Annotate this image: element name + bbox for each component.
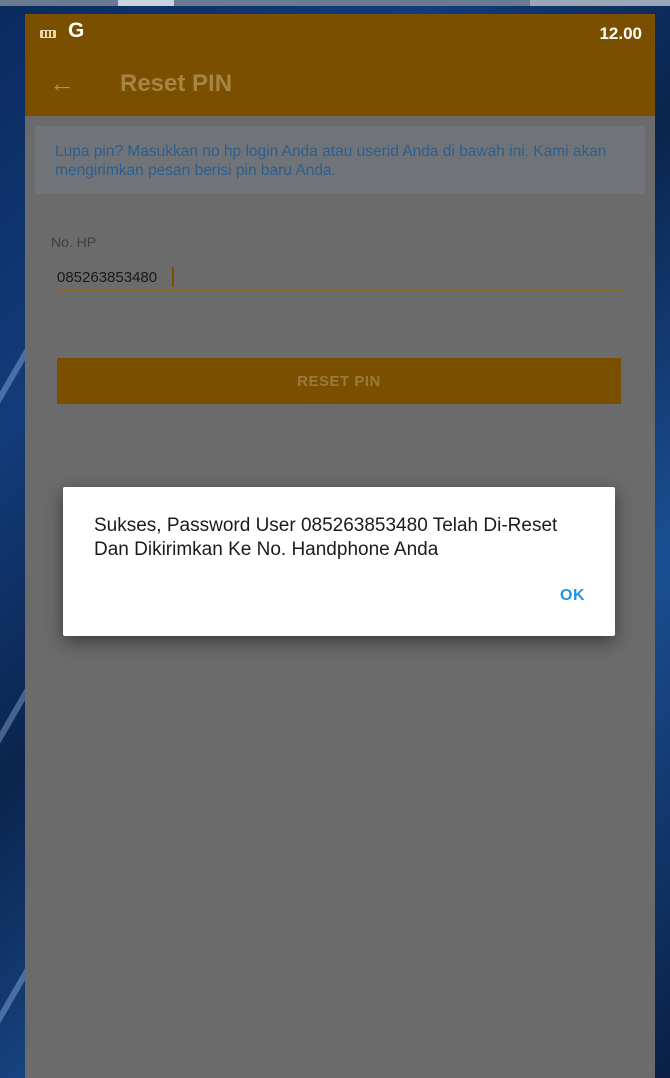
ok-button[interactable]: OK — [560, 587, 585, 605]
phone-input[interactable] — [57, 264, 621, 292]
keyboard-icon — [40, 30, 56, 38]
google-icon: G — [68, 19, 85, 42]
phone-field-label: No. HP — [51, 234, 97, 250]
text-caret — [172, 267, 174, 287]
page-title: Reset PIN — [120, 70, 233, 97]
desktop-top-bar — [0, 0, 670, 6]
desktop-top-bar-segment — [530, 0, 670, 6]
app-bar: ← Reset PIN — [25, 54, 655, 116]
success-dialog: Sukses, Password User 085263853480 Telah… — [63, 487, 615, 636]
reset-pin-button[interactable]: RESET PIN — [57, 358, 621, 404]
info-banner: Lupa pin? Masukkan no hp login Anda atau… — [35, 126, 645, 194]
status-time: 12.00 — [599, 24, 642, 43]
desktop-top-bar-segment — [118, 0, 174, 6]
dialog-message: Sukses, Password User 085263853480 Telah… — [94, 515, 558, 560]
status-bar: G 12.00 — [25, 14, 655, 54]
back-arrow-icon[interactable]: ← — [49, 68, 75, 98]
